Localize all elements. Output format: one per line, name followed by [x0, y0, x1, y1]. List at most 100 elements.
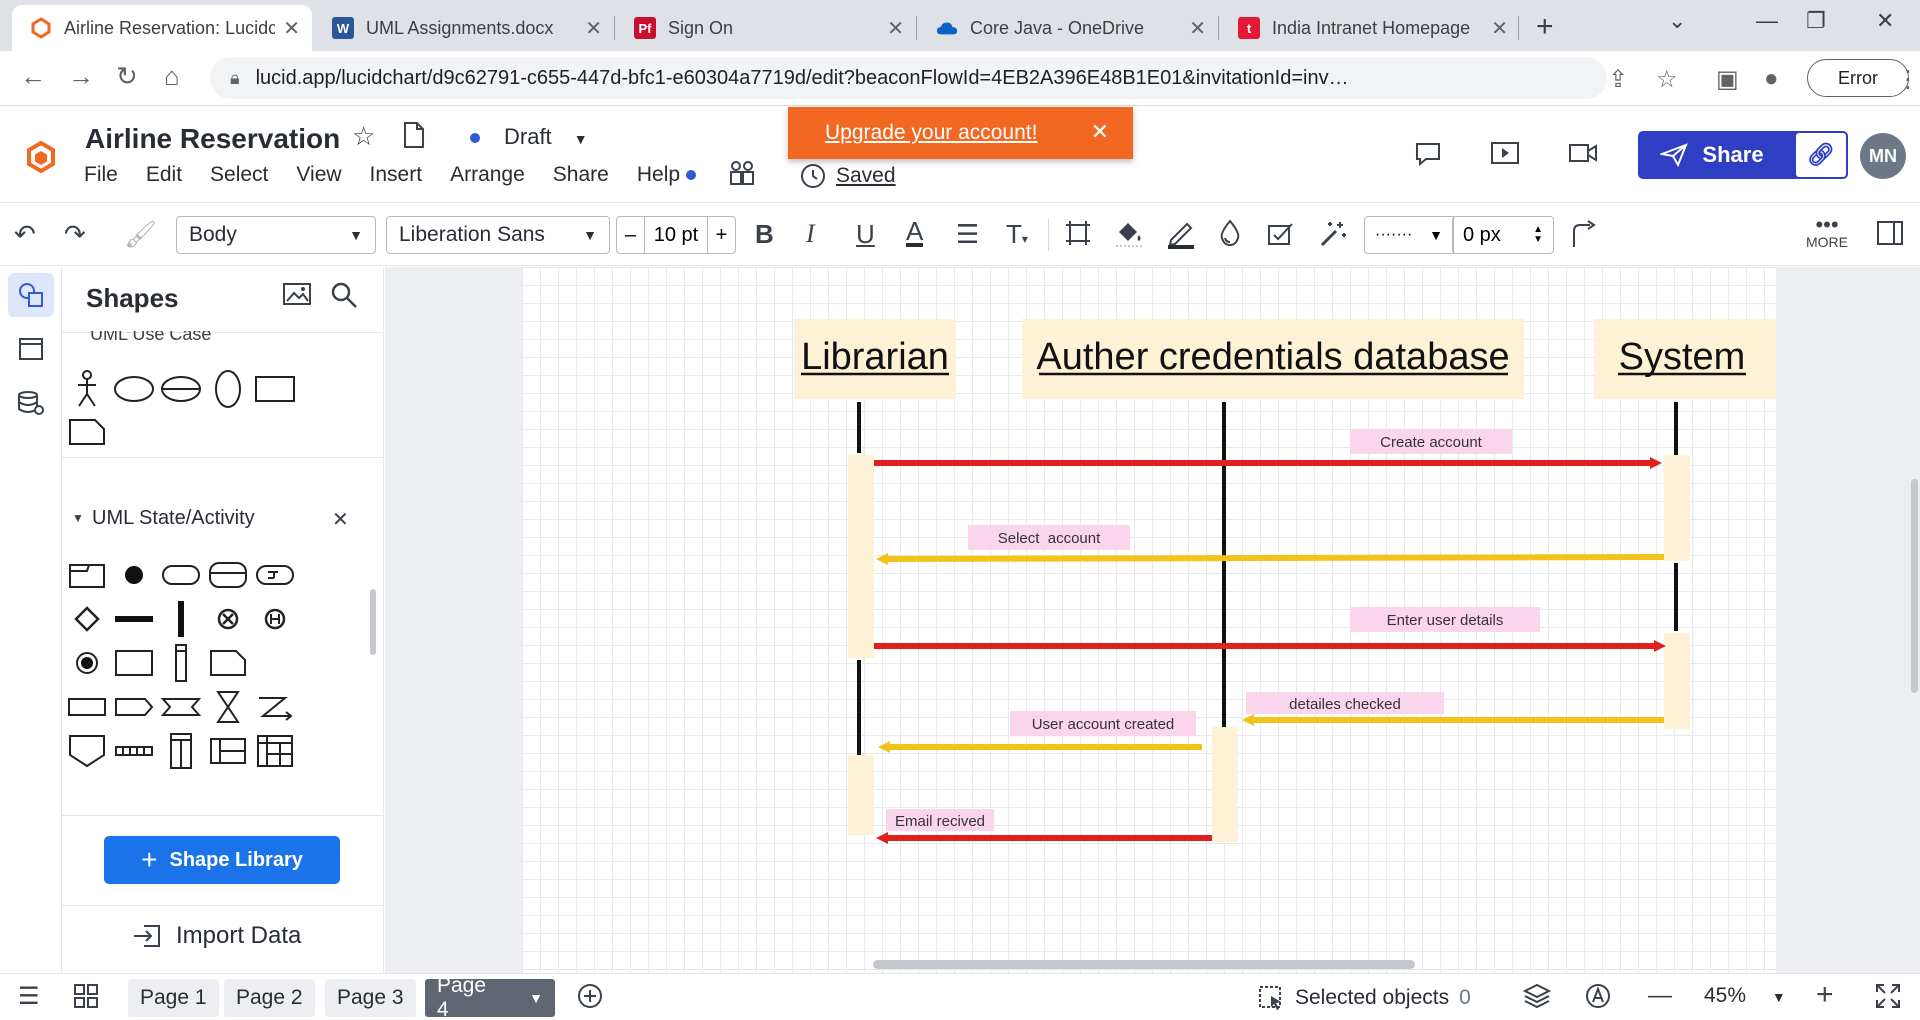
undo-icon[interactable]: ↶ — [14, 219, 36, 250]
chevron-down-icon[interactable]: ▼ — [529, 990, 543, 1006]
search-icon[interactable] — [330, 281, 358, 316]
tab-search-icon[interactable]: ⌄ — [1668, 8, 1686, 34]
italic-icon[interactable]: I — [806, 219, 815, 249]
composite-state-shape[interactable] — [203, 553, 253, 597]
menu-view[interactable]: View — [296, 163, 341, 187]
right-panel-toggle-icon[interactable] — [1876, 219, 1904, 254]
close-icon[interactable]: ✕ — [585, 16, 602, 41]
object-node-shape[interactable] — [62, 685, 112, 729]
video-call-icon[interactable] — [1568, 141, 1598, 172]
shapes-rail-icon[interactable] — [8, 273, 54, 317]
fork-vertical-shape[interactable] — [156, 597, 206, 641]
lucid-logo-icon[interactable] — [26, 140, 56, 178]
interrupt-edge-shape[interactable] — [250, 685, 300, 729]
pin-row-shape[interactable] — [109, 729, 159, 773]
fork-horizontal-shape[interactable] — [109, 597, 159, 641]
activation-box-database[interactable] — [1212, 727, 1238, 842]
more-button[interactable]: ••• MORE — [1806, 214, 1848, 251]
share-button[interactable]: Share 🔗︎ — [1638, 131, 1848, 179]
magic-wand-icon[interactable] — [1318, 219, 1348, 256]
draft-status[interactable]: Draft ▼ — [504, 124, 588, 150]
system-boundary-shape[interactable] — [250, 367, 300, 411]
collapse-triangle-icon[interactable]: ▼ — [72, 511, 84, 525]
layers-icon[interactable] — [1522, 982, 1552, 1017]
url-bar[interactable]: 🔒︎ lucid.app/lucidchart/d9c62791-c655-44… — [210, 57, 1607, 99]
format-painter-icon[interactable]: 🖌︎ — [124, 219, 157, 250]
page-tab-3[interactable]: Page 3 — [325, 979, 416, 1017]
state-shape[interactable] — [62, 553, 112, 597]
stepper-arrows-icon[interactable]: ▲ ▼ — [1533, 225, 1543, 245]
receive-signal-shape[interactable] — [156, 685, 206, 729]
add-page-icon[interactable] — [576, 982, 604, 1017]
opacity-icon[interactable] — [1218, 219, 1242, 254]
canvas-page[interactable]: Librarian Auther credentials database Sy… — [522, 267, 1776, 973]
swimlane-row-shape[interactable] — [203, 729, 253, 773]
data-rail-icon[interactable] — [8, 381, 54, 425]
swimlane-column-shape[interactable] — [156, 729, 206, 773]
page-tab-4[interactable]: Page 4 ▼ — [425, 974, 555, 1020]
menu-arrange[interactable]: Arrange — [450, 163, 525, 187]
line-width-input[interactable]: 0 px ▲ ▼ — [1452, 216, 1554, 254]
restore-icon[interactable]: ❐ — [1806, 8, 1826, 34]
close-icon[interactable]: ✕ — [332, 507, 349, 532]
profile-error-button[interactable]: Error — [1807, 59, 1909, 97]
grid-view-icon[interactable] — [72, 982, 100, 1017]
selected-objects-indicator[interactable]: Selected objects 0 — [1257, 984, 1471, 1012]
menu-select[interactable]: Select — [210, 163, 268, 187]
menu-share[interactable]: Share — [553, 163, 609, 187]
zoom-out-icon[interactable]: — — [1648, 982, 1672, 1010]
import-data-button[interactable]: Import Data — [132, 922, 301, 950]
history-state-shape[interactable] — [250, 597, 300, 641]
copy-link-icon[interactable]: 🔗︎ — [1796, 133, 1846, 177]
activation-box-librarian[interactable] — [848, 755, 874, 835]
share-main[interactable]: Share — [1638, 142, 1796, 168]
browser-tab-onedrive[interactable]: Core Java - OneDrive ✕ — [918, 5, 1218, 51]
activation-box-librarian[interactable] — [848, 455, 874, 658]
menu-edit[interactable]: Edit — [146, 163, 182, 187]
flow-final-shape[interactable] — [203, 597, 253, 641]
initial-state-shape[interactable] — [109, 553, 159, 597]
note-shape[interactable] — [203, 641, 253, 685]
document-title[interactable]: Airline Reservation — [85, 123, 340, 155]
profile-icon[interactable]: ● — [1764, 65, 1779, 93]
window-close-icon[interactable]: ✕ — [1876, 8, 1894, 34]
frame-rail-icon[interactable] — [8, 327, 54, 371]
send-signal-shape[interactable] — [109, 685, 159, 729]
canvas-area[interactable]: Librarian Auther credentials database Sy… — [385, 267, 1920, 973]
back-icon[interactable]: ← — [20, 61, 46, 92]
line-style-select[interactable]: ······· ▼ — [1364, 216, 1454, 254]
final-state-shape[interactable] — [62, 641, 112, 685]
text-style-select[interactable]: Body ▼ — [176, 216, 376, 254]
zoom-in-icon[interactable]: + — [1816, 978, 1834, 1012]
menu-help[interactable]: Help — [637, 163, 697, 187]
note-shape[interactable] — [62, 410, 112, 454]
redo-icon[interactable]: ↷ — [64, 219, 86, 250]
share-page-icon[interactable]: ⇪ — [1608, 65, 1628, 94]
actor-shape[interactable] — [62, 367, 112, 411]
activity-shape[interactable] — [156, 553, 206, 597]
page-tab-1[interactable]: Page 1 — [128, 979, 219, 1017]
close-icon[interactable]: ✕ — [1189, 16, 1206, 41]
zoom-level[interactable]: 45% ▼ — [1704, 984, 1786, 1008]
side-panel-icon[interactable]: ▣ — [1716, 65, 1739, 94]
decrease-font-button[interactable]: – — [617, 217, 645, 253]
home-icon[interactable]: ⌂ — [164, 61, 180, 92]
swimlane-vertical-shape[interactable] — [156, 641, 206, 685]
section-title[interactable]: UML State/Activity — [92, 507, 255, 530]
shape-library-button[interactable]: + Shape Library — [104, 836, 340, 884]
close-icon[interactable]: ✕ — [887, 16, 904, 41]
bold-icon[interactable]: B — [755, 219, 774, 250]
comment-icon[interactable] — [1414, 141, 1442, 174]
horizontal-scrollbar[interactable] — [873, 960, 1415, 969]
reload-icon[interactable]: ↻ — [116, 61, 138, 92]
collaborators-icon[interactable] — [728, 159, 756, 194]
menu-insert[interactable]: Insert — [370, 163, 423, 187]
align-icon[interactable]: ☰ — [956, 219, 979, 250]
sub-activity-shape[interactable] — [250, 553, 300, 597]
minimize-icon[interactable]: — — [1756, 8, 1778, 34]
shape-options-icon[interactable] — [1064, 219, 1092, 254]
browser-tab-signon[interactable]: Pf Sign On ✕ — [616, 5, 916, 51]
decision-shape[interactable] — [62, 597, 112, 641]
use-case-divided-shape[interactable] — [156, 367, 206, 411]
browser-tab-intranet[interactable]: t India Intranet Homepage ✕ — [1220, 5, 1520, 51]
